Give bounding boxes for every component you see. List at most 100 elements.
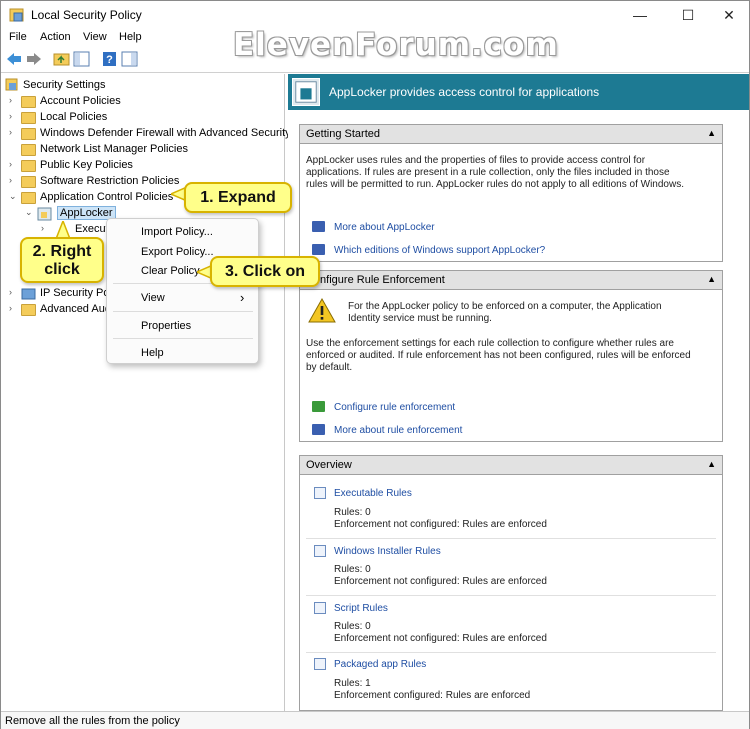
forward-arrow-icon[interactable] — [25, 51, 43, 67]
divider — [306, 652, 716, 653]
ip-security-icon — [21, 288, 36, 300]
minimize-button[interactable]: — — [620, 5, 660, 25]
menu-item-view[interactable]: View — [141, 292, 165, 304]
green-arrow-link-icon — [312, 401, 325, 412]
menu-item-help[interactable]: Help — [141, 347, 164, 359]
divider — [306, 538, 716, 539]
rule-status: Enforcement not configured: Rules are en… — [334, 576, 547, 587]
arrow-link-icon — [312, 424, 325, 435]
rule-status: Enforcement not configured: Rules are en… — [334, 633, 547, 644]
tree-item-label: Local Policies — [40, 111, 108, 123]
folder-icon — [21, 176, 36, 188]
menu-file[interactable]: File — [9, 31, 27, 43]
section-header[interactable]: Overview ▲ — [300, 456, 722, 475]
maximize-button[interactable]: ☐ — [668, 5, 708, 25]
menu-separator — [113, 338, 253, 339]
menu-item-export-policy[interactable]: Export Policy... — [141, 246, 214, 258]
applocker-banner-icon — [292, 78, 320, 106]
collapse-caret-icon[interactable]: ▲ — [707, 459, 716, 469]
callout-right-click-line1: 2. Right — [32, 243, 92, 260]
executable-rules-link[interactable]: Executable Rules — [334, 488, 412, 499]
rule-collection-icon — [314, 545, 326, 557]
packaged-app-rules-link[interactable]: Packaged app Rules — [334, 659, 426, 670]
tree-root-label: Security Settings — [23, 79, 106, 91]
help-icon[interactable]: ? — [101, 51, 119, 67]
callout-right-click-line2: click — [44, 261, 80, 278]
overview-section: Overview ▲ Executable Rules Rules: 0 Enf… — [299, 455, 723, 711]
rule-collection-icon — [314, 487, 326, 499]
menu-help[interactable]: Help — [119, 31, 142, 43]
close-button[interactable]: ✕ — [709, 5, 749, 25]
expand-arrow-icon[interactable]: › — [9, 303, 19, 313]
getting-started-text-2: applications. If rules are present in a … — [306, 167, 670, 178]
svg-text:?: ? — [106, 54, 113, 66]
warning-icon — [308, 298, 336, 323]
warning-text-2: Identity service must be running. — [348, 313, 492, 324]
tree-item-label: AppLocker — [57, 206, 116, 220]
editions-link[interactable]: Which editions of Windows support AppLoc… — [334, 245, 545, 256]
properties-pane-icon[interactable] — [121, 51, 139, 67]
section-title: Configure Rule Enforcement — [306, 274, 445, 286]
menu-view[interactable]: View — [83, 31, 107, 43]
rule-count: Rules: 0 — [334, 564, 371, 575]
collapse-arrow-icon[interactable]: ⌄ — [9, 191, 19, 202]
banner-title: AppLocker provides access control for ap… — [329, 85, 600, 99]
more-about-applocker-link[interactable]: More about AppLocker — [334, 222, 435, 233]
up-folder-icon[interactable] — [53, 51, 71, 67]
collapse-caret-icon[interactable]: ▲ — [707, 128, 716, 138]
section-title: Overview — [306, 459, 352, 471]
callout-expand: 1. Expand — [184, 182, 292, 213]
expand-arrow-icon[interactable]: › — [41, 223, 51, 233]
context-menu: Import Policy... Export Policy... Clear … — [106, 218, 259, 364]
expand-arrow-icon[interactable]: › — [9, 111, 19, 121]
submenu-arrow-icon: › — [240, 290, 245, 305]
expand-arrow-icon[interactable]: › — [9, 95, 19, 105]
menu-item-import-policy[interactable]: Import Policy... — [141, 226, 213, 238]
expand-arrow-icon[interactable]: › — [9, 175, 19, 185]
folder-icon — [21, 128, 36, 140]
more-about-rule-enforcement-link[interactable]: More about rule enforcement — [334, 425, 462, 436]
menu-action[interactable]: Action — [40, 31, 71, 43]
rule-count: Rules: 1 — [334, 678, 371, 689]
tree-item-label: IP Security Poli — [40, 287, 115, 299]
callout-right-click: 2. Right click — [20, 237, 104, 283]
tree-item-label: Advanced Aud — [40, 303, 111, 315]
section-header[interactable]: Getting Started ▲ — [300, 125, 722, 144]
arrow-link-icon — [312, 221, 325, 232]
security-settings-icon — [5, 78, 18, 91]
rule-status: Enforcement not configured: Rules are en… — [334, 519, 547, 530]
section-header[interactable]: Configure Rule Enforcement ▲ — [300, 271, 722, 290]
warning-text-1: For the AppLocker policy to be enforced … — [348, 301, 662, 312]
folder-icon — [21, 192, 36, 204]
details-pane: AppLocker provides access control for ap… — [288, 74, 749, 711]
script-rules-link[interactable]: Script Rules — [334, 603, 388, 614]
app-window: Local Security Policy — ☐ ✕ ElevenForum.… — [0, 0, 750, 729]
back-arrow-icon[interactable] — [5, 51, 23, 67]
tree-item-label: Account Policies — [40, 95, 121, 107]
security-policy-icon — [9, 8, 24, 22]
window-title: Local Security Policy — [31, 8, 142, 22]
menu-item-clear-policy[interactable]: Clear Policy — [141, 265, 200, 277]
show-hide-tree-icon[interactable] — [73, 51, 91, 67]
collapse-caret-icon[interactable]: ▲ — [707, 274, 716, 284]
configure-rule-enforcement-link[interactable]: Configure rule enforcement — [334, 402, 455, 413]
rule-count: Rules: 0 — [334, 621, 371, 632]
menu-item-properties[interactable]: Properties — [141, 320, 191, 332]
getting-started-text-3: rules will be permitted to run. AppLocke… — [306, 179, 684, 190]
toolbar: ? — [1, 47, 749, 73]
collapse-arrow-icon[interactable]: ⌄ — [25, 207, 35, 218]
getting-started-section: Getting Started ▲ AppLocker uses rules a… — [299, 124, 723, 262]
enforcement-text-3: by default. — [306, 362, 353, 373]
menu-bar: File Action View Help — [1, 29, 749, 47]
expand-arrow-icon[interactable]: › — [9, 287, 19, 297]
expand-arrow-icon[interactable]: › — [9, 159, 19, 169]
folder-icon — [21, 304, 36, 316]
arrow-link-icon — [312, 244, 325, 255]
applocker-banner: AppLocker provides access control for ap… — [288, 74, 749, 110]
expand-arrow-icon[interactable]: › — [9, 127, 19, 137]
callout-click-on: 3. Click on — [210, 256, 320, 287]
enforcement-text-2: enforced or audited. If rule enforcement… — [306, 350, 691, 361]
windows-installer-rules-link[interactable]: Windows Installer Rules — [334, 546, 441, 557]
title-bar: Local Security Policy — ☐ ✕ — [1, 1, 749, 29]
rule-count: Rules: 0 — [334, 507, 371, 518]
